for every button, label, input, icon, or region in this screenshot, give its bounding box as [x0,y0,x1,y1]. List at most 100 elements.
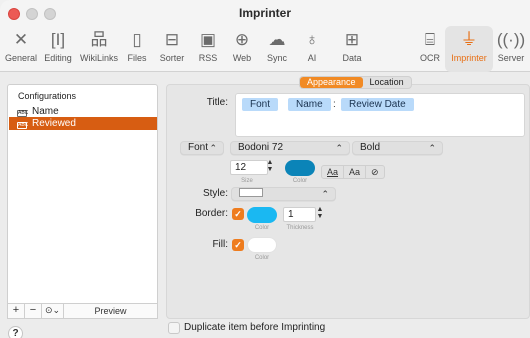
sorter-icon: ⊟ [164,30,180,49]
chevron-updown-icon: ⌃ [428,143,436,153]
network-icon: 品 [90,30,108,49]
cloud-icon: ☁ [268,30,286,49]
toolbar-item-sync[interactable]: ☁ Sync [262,28,292,70]
text-cursor-icon: [I] [50,30,66,49]
more-actions-button[interactable]: ⊙⌄ [42,304,64,318]
toolbar-item-server[interactable]: ((·)) Server [495,28,527,70]
font-type-popup[interactable]: Font ⌃ [180,141,224,155]
tag-icon: ABC [17,122,29,129]
title-label: Title: [206,97,228,108]
toolbar-label: Editing [44,53,72,63]
font-color-well[interactable] [285,160,315,176]
globe-icon: ⊕ [234,30,250,49]
font-size-stepper[interactable]: ▲ ▼ [265,159,275,175]
preferences-toolbar: ✕ General [I] Editing 品 WikiLinks ▯ File… [0,26,530,72]
style-label: Style: [202,188,228,199]
chevron-updown-icon: ⌃ [335,143,343,153]
add-configuration-button[interactable]: + [8,304,25,318]
clear-style-button[interactable]: ⊘ [366,166,384,178]
toolbar-label: Web [232,53,252,63]
tab-appearance[interactable]: Appearance [300,77,363,88]
chevron-updown-icon: ⌃ [321,189,329,199]
list-item-label: Reviewed [32,118,76,129]
table-icon: ⊞ [344,30,360,49]
toolbar-item-data[interactable]: ⊞ Data [338,28,366,70]
title-bar: Imprinter ✕ General [I] Editing 品 WikiLi… [0,0,530,72]
remove-configuration-button[interactable]: − [25,304,42,318]
toolbar-label: Files [127,53,147,63]
toolbar-label: RSS [198,53,218,63]
preferences-window: Imprinter ✕ General [I] Editing 品 WikiLi… [0,0,530,338]
help-button[interactable]: ? [8,326,23,338]
tools-icon: ✕ [13,30,29,49]
text-options-group: Aa Aa ⊘ [321,165,385,179]
toolbar-label: Sorter [159,53,185,63]
toolbar-item-web[interactable]: ⊕ Web [227,28,257,70]
toolbar-label: General [4,53,38,63]
tab-location[interactable]: Location [363,77,411,88]
chevron-updown-icon: ⌃ [209,143,217,153]
fill-checkbox[interactable]: ✓ [232,239,244,251]
toolbar-label: OCR [420,53,440,63]
case-button[interactable]: Aa [344,166,367,178]
duplicate-item-label: Duplicate item before Imprinting [184,322,326,333]
title-token[interactable]: Name [288,98,331,111]
toolbar-label: Sync [266,53,287,63]
border-thickness-stepper[interactable]: ▲ ▼ [315,206,325,222]
fill-color-well[interactable] [247,237,277,253]
preview-button[interactable]: Preview [64,304,157,318]
style-popup[interactable]: ⌃ [231,187,336,201]
style-swatch [239,188,263,197]
configurations-list: Configurations ABC Name ABC Reviewed [7,84,158,319]
border-label: Border: [195,208,228,219]
font-family-popup[interactable]: Bodoni 72 ⌃ [230,141,350,155]
list-item[interactable]: ABC Reviewed [9,117,157,130]
broadcast-icon: ((·)) [496,30,526,49]
toolbar-item-sorter[interactable]: ⊟ Sorter [155,28,189,70]
scan-text-icon: ⌸ [424,30,436,49]
toolbar-item-wikilinks[interactable]: 品 WikiLinks [77,28,121,70]
toolbar-item-general[interactable]: ✕ General [4,28,38,70]
thickness-caption: Thickness [286,225,314,231]
toolbar-label: Data [342,53,362,63]
color-caption: Color [254,255,270,261]
toolbar-item-rss[interactable]: ▣ RSS [193,28,223,70]
toolbar-item-ocr[interactable]: ⌸ OCR [416,28,444,70]
title-token[interactable]: Font [242,98,279,111]
font-weight-popup[interactable]: Bold ⌃ [352,141,443,155]
toolbar-label: AI [307,53,317,63]
popup-value: Bodoni 72 [238,142,284,153]
duplicate-item-checkbox[interactable] [168,322,180,334]
fill-label: Fill: [212,239,228,250]
toolbar-item-editing[interactable]: [I] Editing [40,28,76,70]
rss-icon: ▣ [199,30,217,49]
border-checkbox[interactable]: ✓ [232,208,244,220]
list-footer-bar: + − ⊙⌄ Preview [7,303,158,319]
toolbar-label: Imprinter [451,53,487,63]
files-icon: ▯ [132,30,142,49]
toolbar-item-imprinter[interactable]: ⏚ Imprinter [447,28,491,70]
stamp-icon: ⏚ [460,30,478,49]
popup-value: Bold [360,142,381,153]
title-separator: : [333,99,336,110]
toolbar-item-ai[interactable]: ♁ AI [300,28,324,70]
size-caption: Size [241,178,253,184]
list-item-label: Name [32,106,59,117]
title-token[interactable]: Review Date [341,98,414,111]
color-caption: Color [254,225,270,231]
underline-button[interactable]: Aa [322,166,345,178]
title-token-field[interactable]: Font Name : Review Date [235,93,525,137]
popup-value: Font [188,142,209,153]
font-size-field[interactable]: 12 [230,160,268,175]
toolbar-label: WikiLinks [79,53,118,63]
toolbar-item-files[interactable]: ▯ Files [122,28,152,70]
color-caption: Color [292,178,308,184]
border-color-well[interactable] [247,207,277,223]
toolbar-label: Server [497,53,525,63]
border-thickness-field[interactable]: 1 [283,207,316,222]
tag-icon: ABC [17,110,29,117]
configurations-header: Configurations [18,91,77,101]
lightbulb-icon: ♁ [305,30,319,49]
window-title: Imprinter [238,6,291,20]
appearance-location-tabs: Appearance Location [299,76,412,89]
